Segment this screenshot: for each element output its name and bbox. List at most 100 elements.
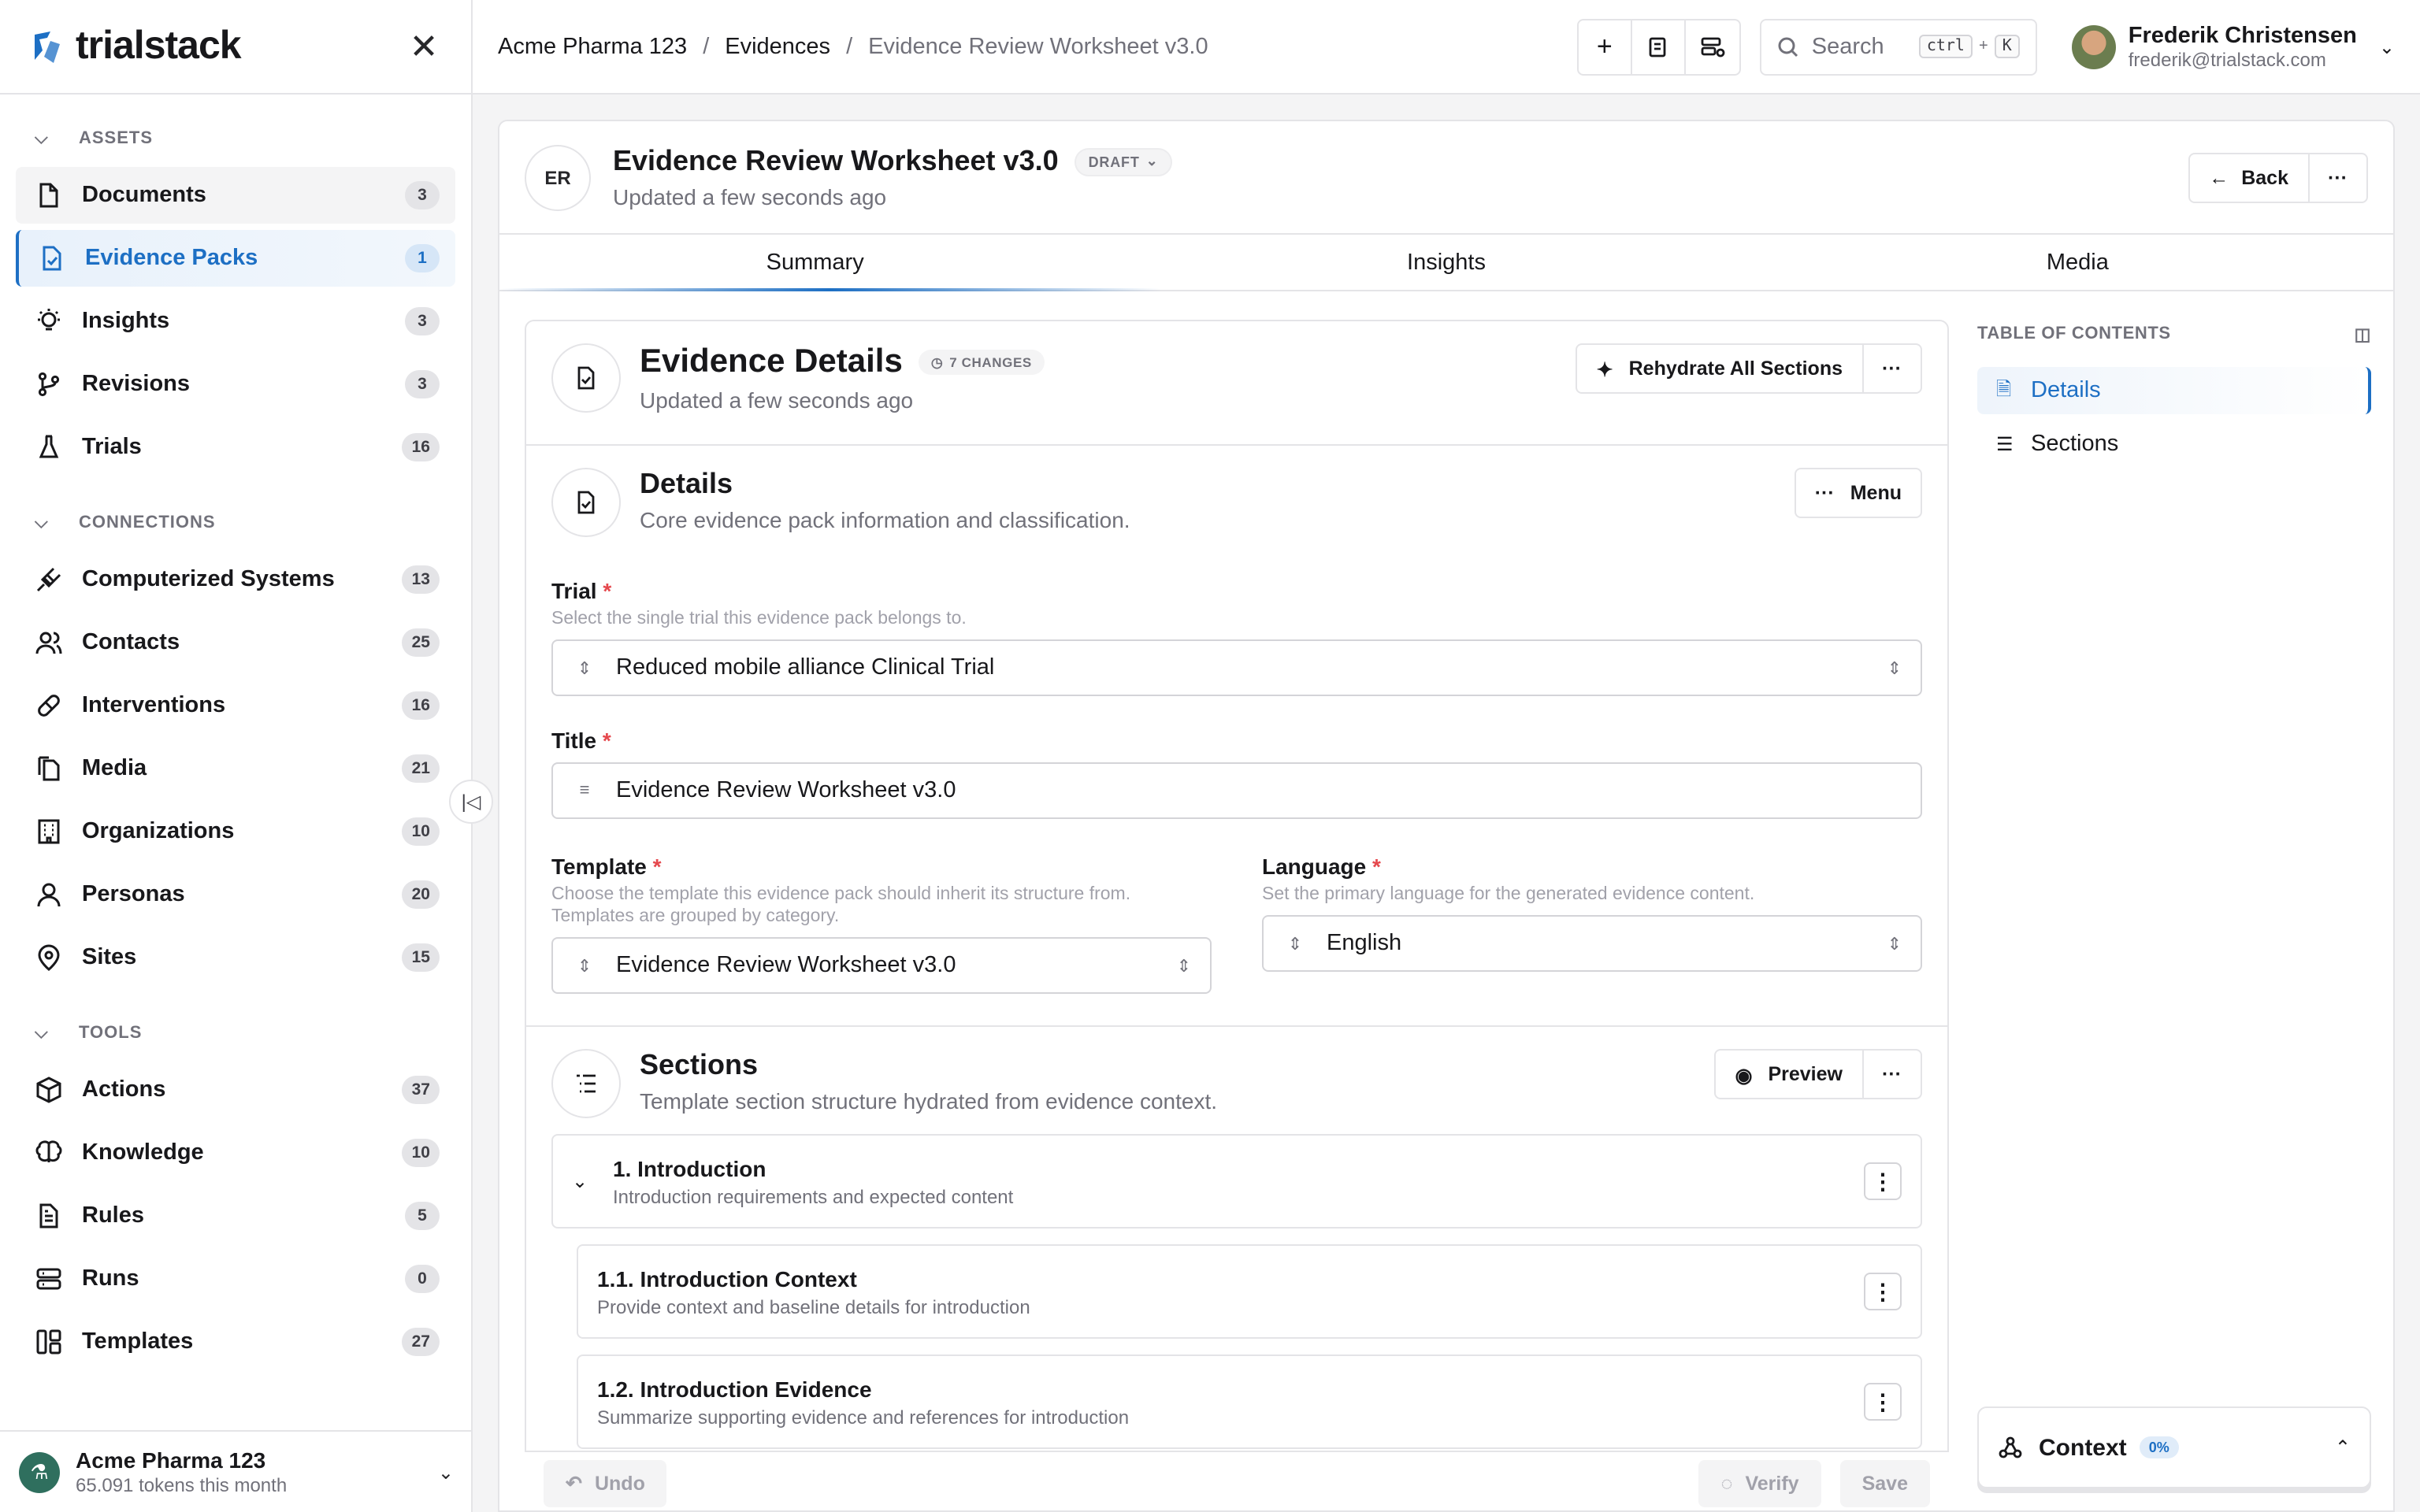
count-badge: 16 — [402, 433, 440, 461]
sidebar-item-runs[interactable]: Runs 0 — [16, 1251, 455, 1307]
sections-title: Sections — [640, 1049, 759, 1080]
search-input[interactable]: Search ctrl + K — [1759, 18, 2037, 75]
template-select[interactable]: ⇕ Evidence Review Worksheet v3.0 ⇕ — [551, 937, 1212, 994]
section-item[interactable]: 1.1. Introduction Context Provide contex… — [577, 1244, 1922, 1339]
section-item[interactable]: 1.2. Introduction Evidence Summarize sup… — [577, 1354, 1922, 1449]
sidebar-item-sites[interactable]: Sites 15 — [16, 929, 455, 986]
chevron-down-icon: ⌄ — [2378, 35, 2395, 57]
close-icon[interactable]: ✕ — [405, 26, 443, 67]
database-cog-icon[interactable] — [1686, 20, 1739, 73]
network-icon — [1998, 1435, 2023, 1460]
table-of-contents: TABLE OF CONTENTS ◫ 🗎 Details ☰ Sections — [1977, 320, 2371, 468]
collapse-sidebar-button[interactable]: |◁ — [449, 780, 493, 824]
rehydrate-all-button[interactable]: ✦ Rehydrate All Sections — [1578, 345, 1863, 392]
breadcrumb: Acme Pharma 123 / Evidences / Evidence R… — [498, 34, 1208, 59]
ellipsis-icon: ··· — [1882, 1063, 1902, 1085]
toc-item-sections[interactable]: ☰ Sections — [1977, 421, 2371, 468]
breadcrumb-evidences[interactable]: Evidences — [725, 34, 830, 59]
sidebar-item-insights[interactable]: Insights 3 — [16, 293, 455, 350]
back-button[interactable]: ← Back — [2190, 154, 2309, 201]
count-badge: 1 — [405, 244, 440, 272]
collapse-left-icon: |◁ — [461, 791, 481, 813]
preview-button[interactable]: ◉ Preview — [1717, 1051, 1863, 1098]
breadcrumb-org[interactable]: Acme Pharma 123 — [498, 34, 687, 59]
sidebar-item-organizations[interactable]: Organizations 10 — [16, 803, 455, 860]
undo-icon: ↶ — [566, 1473, 582, 1495]
sidebar-item-trials[interactable]: Trials 16 — [16, 419, 455, 476]
tab-summary[interactable]: Summary — [499, 235, 1130, 290]
details-title: Details — [640, 468, 733, 499]
sidebar-item-computerized-systems[interactable]: Computerized Systems 13 — [16, 551, 455, 608]
sidebar-item-rules[interactable]: Rules 5 — [16, 1188, 455, 1244]
chevron-down-icon: ⌄ — [437, 1461, 454, 1483]
status-badge[interactable]: DRAFT ⌄ — [1074, 147, 1173, 176]
kbd-plus: + — [1979, 38, 1988, 55]
toc-item-details[interactable]: 🗎 Details — [1977, 367, 2371, 414]
ellipsis-icon: ··· — [1882, 358, 1902, 380]
notebook-icon[interactable] — [1632, 20, 1686, 73]
sidebar-item-contacts[interactable]: Contacts 25 — [16, 614, 455, 671]
group-header-connections[interactable]: ⌵ CONNECTIONS — [35, 504, 455, 542]
kebab-menu-icon[interactable]: ⋮ — [1864, 1162, 1902, 1200]
count-badge: 3 — [405, 370, 440, 398]
verify-button[interactable]: ◌ Verify — [1698, 1459, 1821, 1506]
lightbulb-icon — [35, 307, 63, 335]
sections-more-button[interactable]: ··· — [1863, 1051, 1921, 1098]
section-item[interactable]: ⌄ 1. Introduction Introduction requireme… — [551, 1134, 1922, 1228]
ellipsis-icon: ··· — [1814, 482, 1835, 504]
toolbar-icons: + — [1576, 18, 1741, 75]
sidebar-item-media[interactable]: Media 21 — [16, 740, 455, 797]
user-menu[interactable]: Frederik Christensen frederik@trialstack… — [2071, 23, 2395, 70]
count-badge: 3 — [405, 307, 440, 335]
tab-media[interactable]: Media — [1762, 235, 2393, 290]
details-menu-button[interactable]: ··· Menu — [1796, 469, 1921, 517]
chevron-up-icon[interactable]: ⌃ — [2335, 1436, 2351, 1458]
trial-select[interactable]: ⇕ Reduced mobile alliance Clinical Trial… — [551, 639, 1922, 696]
chevron-down-icon[interactable]: ⌄ — [572, 1170, 597, 1192]
building-icon — [35, 817, 63, 846]
rules-icon — [35, 1202, 63, 1230]
toc-heading: TABLE OF CONTENTS — [1977, 324, 2171, 343]
language-label: Language * — [1262, 854, 1381, 879]
count-badge: 20 — [402, 880, 440, 909]
changes-badge[interactable]: ◷ 7 CHANGES — [918, 350, 1045, 375]
history-icon: ◷ — [930, 354, 944, 369]
box-icon — [35, 1076, 63, 1104]
chevron-up-down-icon: ⇕ — [1887, 935, 1902, 954]
evidence-more-button[interactable]: ··· — [1863, 345, 1921, 392]
sidebar-item-documents[interactable]: Documents 3 — [16, 167, 455, 224]
language-select[interactable]: ⇕ English ⇕ — [1262, 915, 1922, 972]
person-icon — [35, 880, 63, 909]
tab-insights[interactable]: Insights — [1130, 235, 1761, 290]
sidebar-item-personas[interactable]: Personas 20 — [16, 866, 455, 923]
evidence-actions: ✦ Rehydrate All Sections ··· — [1576, 343, 1922, 394]
context-panel[interactable]: Context 0% ⌃ — [1977, 1406, 2371, 1488]
kebab-menu-icon[interactable]: ⋮ — [1864, 1273, 1902, 1310]
group-header-tools[interactable]: ⌵ TOOLS — [35, 1014, 455, 1052]
sidebar-item-evidence-packs[interactable]: Evidence Packs 1 — [16, 230, 455, 287]
org-switcher[interactable]: ⚗ Acme Pharma 123 65.091 tokens this mon… — [0, 1430, 473, 1512]
sidebar-item-actions[interactable]: Actions 37 — [16, 1062, 455, 1118]
sidebar-item-knowledge[interactable]: Knowledge 10 — [16, 1125, 455, 1181]
sidebar-item-templates[interactable]: Templates 27 — [16, 1314, 455, 1370]
more-button[interactable]: ··· — [2309, 154, 2366, 201]
panel-toggle-icon[interactable]: ◫ — [2355, 324, 2371, 344]
sidebar-item-revisions[interactable]: Revisions 3 — [16, 356, 455, 413]
file-check-icon: 🗎 — [1996, 377, 2012, 399]
form-footer: ↶ Undo ◌ Verify Save — [525, 1451, 1949, 1510]
file-check-icon — [551, 468, 621, 537]
chevron-down-icon: ⌵ — [35, 513, 49, 532]
undo-button[interactable]: ↶ Undo — [544, 1459, 667, 1506]
eye-icon: ◉ — [1735, 1064, 1753, 1086]
plus-icon[interactable]: + — [1579, 20, 1632, 73]
language-value: English — [1327, 931, 1402, 956]
count-badge: 37 — [402, 1076, 440, 1104]
group-header-assets[interactable]: ⌵ ASSETS — [35, 120, 455, 158]
title-input[interactable]: ≡ Evidence Review Worksheet v3.0 — [551, 762, 1922, 819]
kebab-menu-icon[interactable]: ⋮ — [1864, 1383, 1902, 1421]
save-button[interactable]: Save — [1839, 1459, 1930, 1506]
sidebar-item-interventions[interactable]: Interventions 16 — [16, 677, 455, 734]
sections-subtitle: Template section structure hydrated from… — [640, 1088, 1218, 1114]
chevron-up-down-icon: ⇕ — [1176, 957, 1191, 976]
template-help: Choose the template this evidence pack s… — [551, 885, 1131, 926]
